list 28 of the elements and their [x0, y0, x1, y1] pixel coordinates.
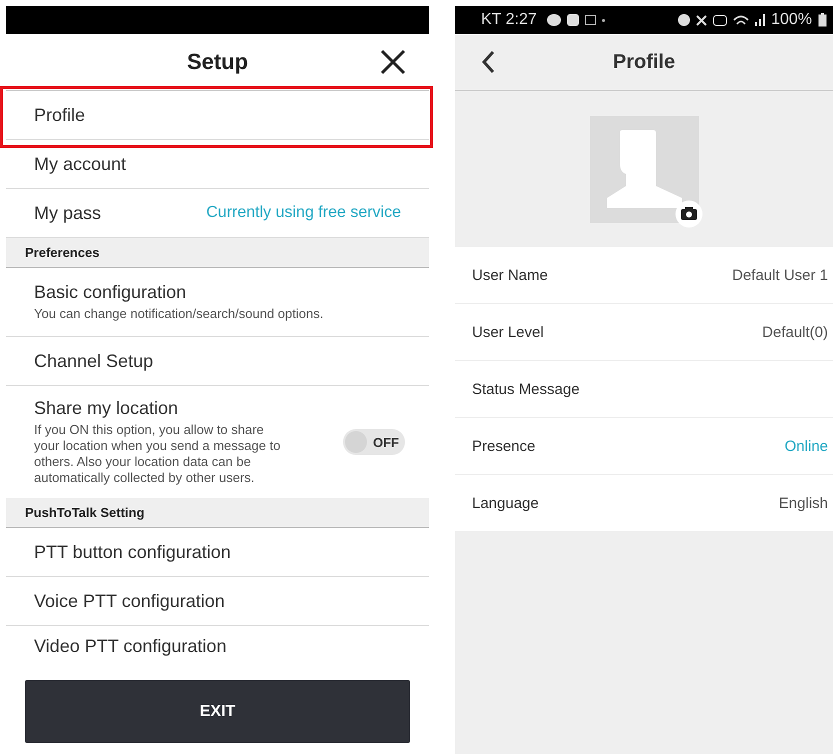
section-header: PushToTalk Setting	[6, 498, 429, 528]
screen-title: Setup	[186, 49, 248, 75]
item-description: If you ON this option, you allow to share your location when you send a message to others. Also your location data can be automatically collected by other users.	[34, 422, 282, 486]
screen-title: Profile	[612, 50, 676, 74]
menu-item[interactable]: Share my location	[34, 398, 343, 419]
field-label: Presence	[472, 438, 536, 454]
menu-item[interactable]: Voice PTT configuration	[34, 590, 401, 612]
field-label: Status Message	[472, 380, 580, 398]
menu-item[interactable]: Video PTT configuration	[34, 636, 226, 657]
item-description: You can change notification/search/sound options.	[34, 306, 324, 322]
menu-item[interactable]: Profile	[34, 104, 401, 126]
section-header: Preferences	[6, 238, 429, 268]
field-value: Default User 1	[732, 266, 828, 284]
menu-item[interactable]: My pass	[34, 202, 206, 224]
menu-item[interactable]: PTT button configuration	[34, 542, 401, 562]
status-time: KT 2:27	[481, 11, 537, 29]
battery-level: 100%	[771, 11, 812, 29]
exit-button[interactable]: EXIT	[25, 680, 410, 743]
menu-item[interactable]: My account	[34, 154, 401, 174]
field-value: Online	[784, 438, 828, 454]
field-label: User Level	[472, 324, 544, 340]
toggle-switch[interactable]: OFF	[343, 429, 405, 455]
field-label: User Name	[472, 266, 548, 284]
field-value: English	[778, 494, 828, 512]
field-label: Language	[472, 494, 539, 512]
menu-item[interactable]: Basic configuration	[34, 282, 401, 303]
menu-item[interactable]: Channel Setup	[34, 350, 401, 372]
field-value: Default(0)	[762, 324, 828, 340]
